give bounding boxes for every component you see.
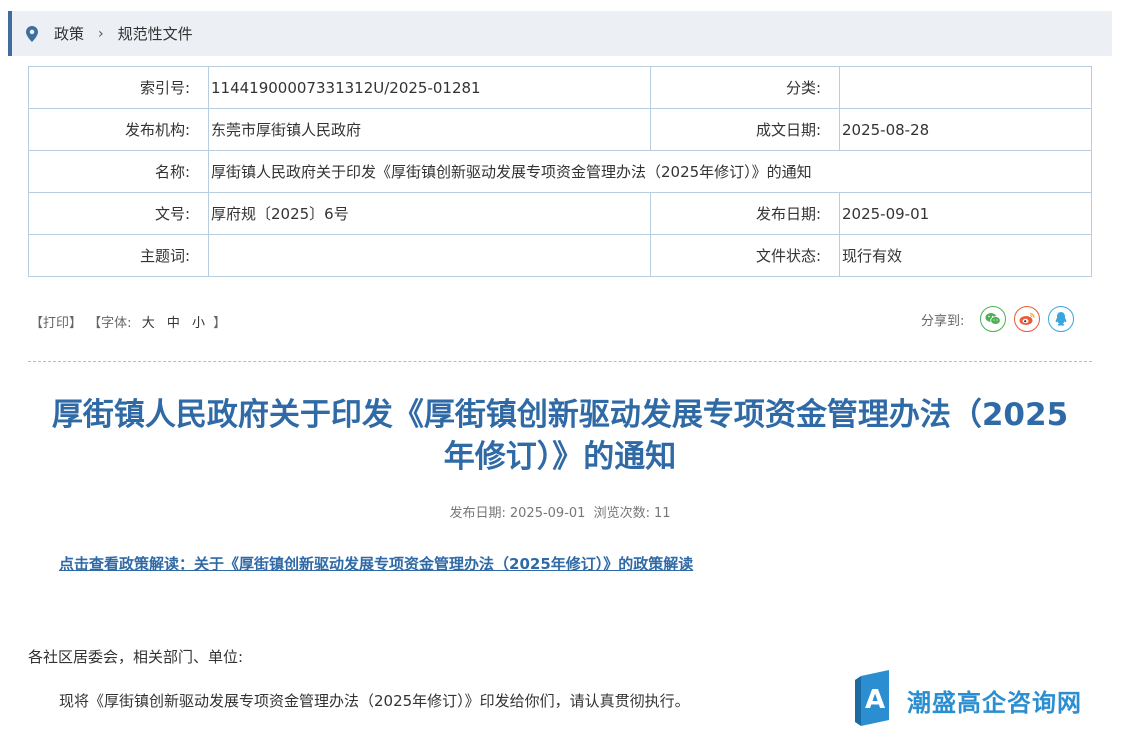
meta-row: 索引号: 11441900007331312U/2025-01281 分类: <box>28 66 1092 109</box>
wechat-icon[interactable] <box>980 306 1007 332</box>
doc-no-label: 文号: <box>28 192 209 235</box>
article-title-line-2: 年修订）》的通知 <box>443 439 677 475</box>
font-size-medium-button[interactable]: 中 <box>167 316 180 331</box>
publish-date-value: 2025-09-01 <box>839 192 1092 235</box>
document-meta-table: 索引号: 11441900007331312U/2025-01281 分类: 发… <box>28 66 1092 277</box>
index-no-value: 11441900007331312U/2025-01281 <box>208 66 651 109</box>
location-pin-icon <box>26 25 38 42</box>
keywords-value <box>208 234 651 277</box>
font-size-large-button[interactable]: 大 <box>142 316 155 331</box>
font-size-small-button[interactable]: 小 <box>192 316 205 331</box>
watermark-text: 潮盛高企咨询网 <box>907 687 1082 717</box>
written-date-label: 成文日期: <box>650 108 840 151</box>
keywords-label: 主题词: <box>28 234 209 277</box>
written-date-value: 2025-08-28 <box>839 108 1092 151</box>
pub-date-label: 发布日期: <box>449 506 506 521</box>
watermark: A 潮盛高企咨询网 <box>855 670 1082 730</box>
policy-interpretation-link[interactable]: 点击查看政策解读：关于《厚街镇创新驱动发展专项资金管理办法（2025年修订）》的… <box>59 553 693 574</box>
doc-name-value: 厚街镇人民政府关于印发《厚街镇创新驱动发展专项资金管理办法（2025年修订）》的… <box>208 150 1092 193</box>
views-label: 浏览次数: <box>593 506 650 521</box>
share-label: 分享到: <box>921 313 965 329</box>
publisher-value: 东莞市厚街镇人民政府 <box>208 108 651 151</box>
pub-date-value: 2025-09-01 <box>509 506 586 521</box>
qq-icon[interactable] <box>1048 306 1075 332</box>
publish-info: 发布日期: 2025-09-01 浏览次数: 11 <box>28 502 1092 521</box>
font-size-label: 【字体: <box>88 316 132 331</box>
body-paragraph: 现将《厚街镇创新驱动发展专项资金管理办法（2025年修订）》印发给你们，请认真贯… <box>59 692 690 710</box>
article-title-line-1: 厚街镇人民政府关于印发《厚街镇创新驱动发展专项资金管理办法（2025 <box>51 397 1069 433</box>
status-label: 文件状态: <box>650 234 840 277</box>
svg-text:A: A <box>865 685 885 715</box>
breadcrumb-separator: › <box>98 25 104 42</box>
index-no-label: 索引号: <box>28 66 209 109</box>
status-value: 现行有效 <box>839 234 1092 277</box>
publisher-label: 发布机构: <box>28 108 209 151</box>
content-divider <box>28 361 1092 362</box>
meta-row: 文号: 厚府规〔2025〕6号 发布日期: 2025-09-01 <box>28 192 1092 235</box>
meta-row: 主题词: 文件状态: 现行有效 <box>28 234 1092 277</box>
publish-date-label: 发布日期: <box>650 192 840 235</box>
watermark-logo-icon: A <box>855 670 895 730</box>
print-button[interactable]: 【打印】 <box>30 316 82 331</box>
breadcrumb-item-normative-docs[interactable]: 规范性文件 <box>118 23 193 44</box>
article-tools: 【打印】 【字体: 大 中 小 】 <box>30 312 228 331</box>
meta-row: 发布机构: 东莞市厚街镇人民政府 成文日期: 2025-08-28 <box>28 108 1092 151</box>
article-title: 厚街镇人民政府关于印发《厚街镇创新驱动发展专项资金管理办法（2025 年修订）》… <box>28 394 1092 478</box>
share-bar: 分享到: <box>921 306 1082 332</box>
salutation: 各社区居委会，相关部门、单位: <box>28 648 244 666</box>
meta-row: 名称: 厚街镇人民政府关于印发《厚街镇创新驱动发展专项资金管理办法（2025年修… <box>28 150 1092 193</box>
doc-no-value: 厚府规〔2025〕6号 <box>208 192 651 235</box>
category-label: 分类: <box>650 66 840 109</box>
breadcrumb: 政策 › 规范性文件 <box>8 11 1112 56</box>
font-size-close: 】 <box>213 316 227 331</box>
views-value: 11 <box>653 506 671 521</box>
breadcrumb-item-policy[interactable]: 政策 <box>54 23 84 44</box>
weibo-icon[interactable] <box>1014 306 1041 332</box>
category-value <box>839 66 1092 109</box>
doc-name-label: 名称: <box>28 150 209 193</box>
